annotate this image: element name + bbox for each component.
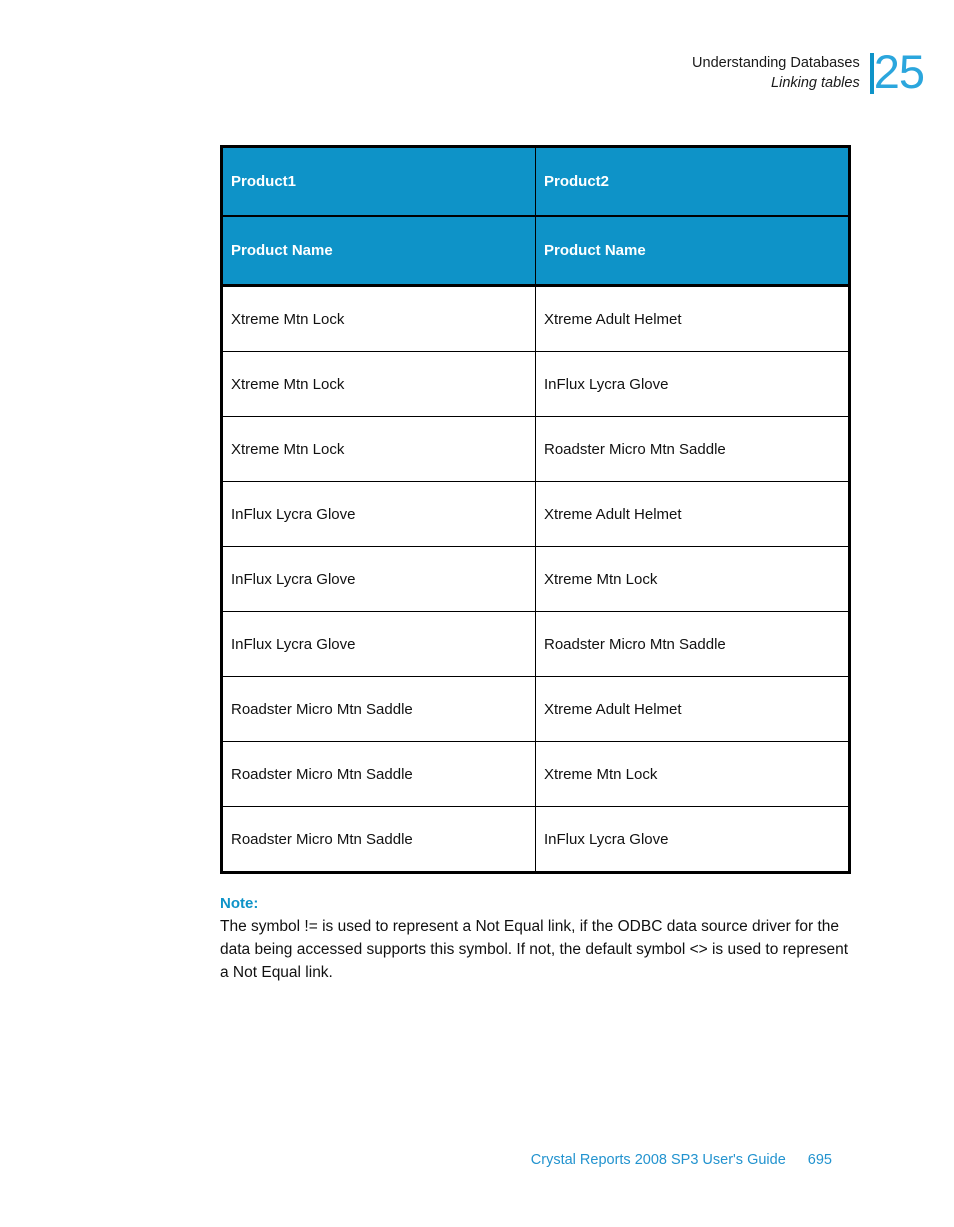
table-row: Xtreme Mtn Lock Xtreme Adult Helmet [220,285,851,352]
cell-product1: Xtreme Mtn Lock [220,416,536,482]
table-row: Roadster Micro Mtn Saddle Xtreme Mtn Loc… [220,741,851,807]
group-header-product2: Product2 [535,145,851,217]
note-body: The symbol != is used to represent a Not… [220,918,849,981]
chapter-number: 25 [873,45,925,98]
chapter-marker: 25 [869,45,925,98]
table-row: InFlux Lycra Glove Xtreme Adult Helmet [220,481,851,547]
header-subsection-title: Linking tables [771,75,860,91]
column-header-product-name-1: Product Name [220,216,536,287]
header-title-block: Understanding Databases Linking tables [692,48,870,93]
cell-product1: Roadster Micro Mtn Saddle [220,676,536,742]
cell-product1: InFlux Lycra Glove [220,611,536,677]
cell-product1: Roadster Micro Mtn Saddle [220,741,536,807]
table-body: Product1 Product2 Product Name Product N… [220,145,851,874]
cell-product1: Xtreme Mtn Lock [220,285,536,352]
cell-product1: InFlux Lycra Glove [220,481,536,547]
table-row: Xtreme Mtn Lock Roadster Micro Mtn Saddl… [220,416,851,482]
table-row: Roadster Micro Mtn Saddle Xtreme Adult H… [220,676,851,742]
cell-product1: Roadster Micro Mtn Saddle [220,806,536,874]
table-row: Roadster Micro Mtn Saddle InFlux Lycra G… [220,806,851,874]
table-row: Xtreme Mtn Lock InFlux Lycra Glove [220,351,851,417]
cell-product2: InFlux Lycra Glove [535,351,851,417]
note-label: Note: [220,895,259,912]
table-column-header-row: Product Name Product Name [220,216,851,287]
cell-product2: Roadster Micro Mtn Saddle [535,416,851,482]
footer-guide-title: Crystal Reports 2008 SP3 User's Guide [530,1152,786,1168]
cell-product2: Xtreme Adult Helmet [535,481,851,547]
cell-product1: Xtreme Mtn Lock [220,351,536,417]
table-group-header-row: Product1 Product2 [220,145,851,217]
cell-product2: Xtreme Mtn Lock [535,741,851,807]
table-row: InFlux Lycra Glove Xtreme Mtn Lock [220,546,851,612]
cell-product2: Xtreme Adult Helmet [535,285,851,352]
page-header: Understanding Databases Linking tables 2… [692,45,925,98]
cell-product2: Roadster Micro Mtn Saddle [535,611,851,677]
column-header-product-name-2: Product Name [535,216,851,287]
link-results-table: Product1 Product2 Product Name Product N… [220,145,851,874]
cell-product1: InFlux Lycra Glove [220,546,536,612]
footer-page-number: 695 [807,1152,832,1168]
header-section-title: Understanding Databases [692,55,860,71]
note-block: Note: The symbol != is used to represent… [220,893,860,984]
table-row: InFlux Lycra Glove Roadster Micro Mtn Sa… [220,611,851,677]
cell-product2: InFlux Lycra Glove [535,806,851,874]
group-header-product1: Product1 [220,145,536,217]
cell-product2: Xtreme Mtn Lock [535,546,851,612]
cell-product2: Xtreme Adult Helmet [535,676,851,742]
page-footer: Crystal Reports 2008 SP3 User's Guide 69… [0,1152,954,1168]
